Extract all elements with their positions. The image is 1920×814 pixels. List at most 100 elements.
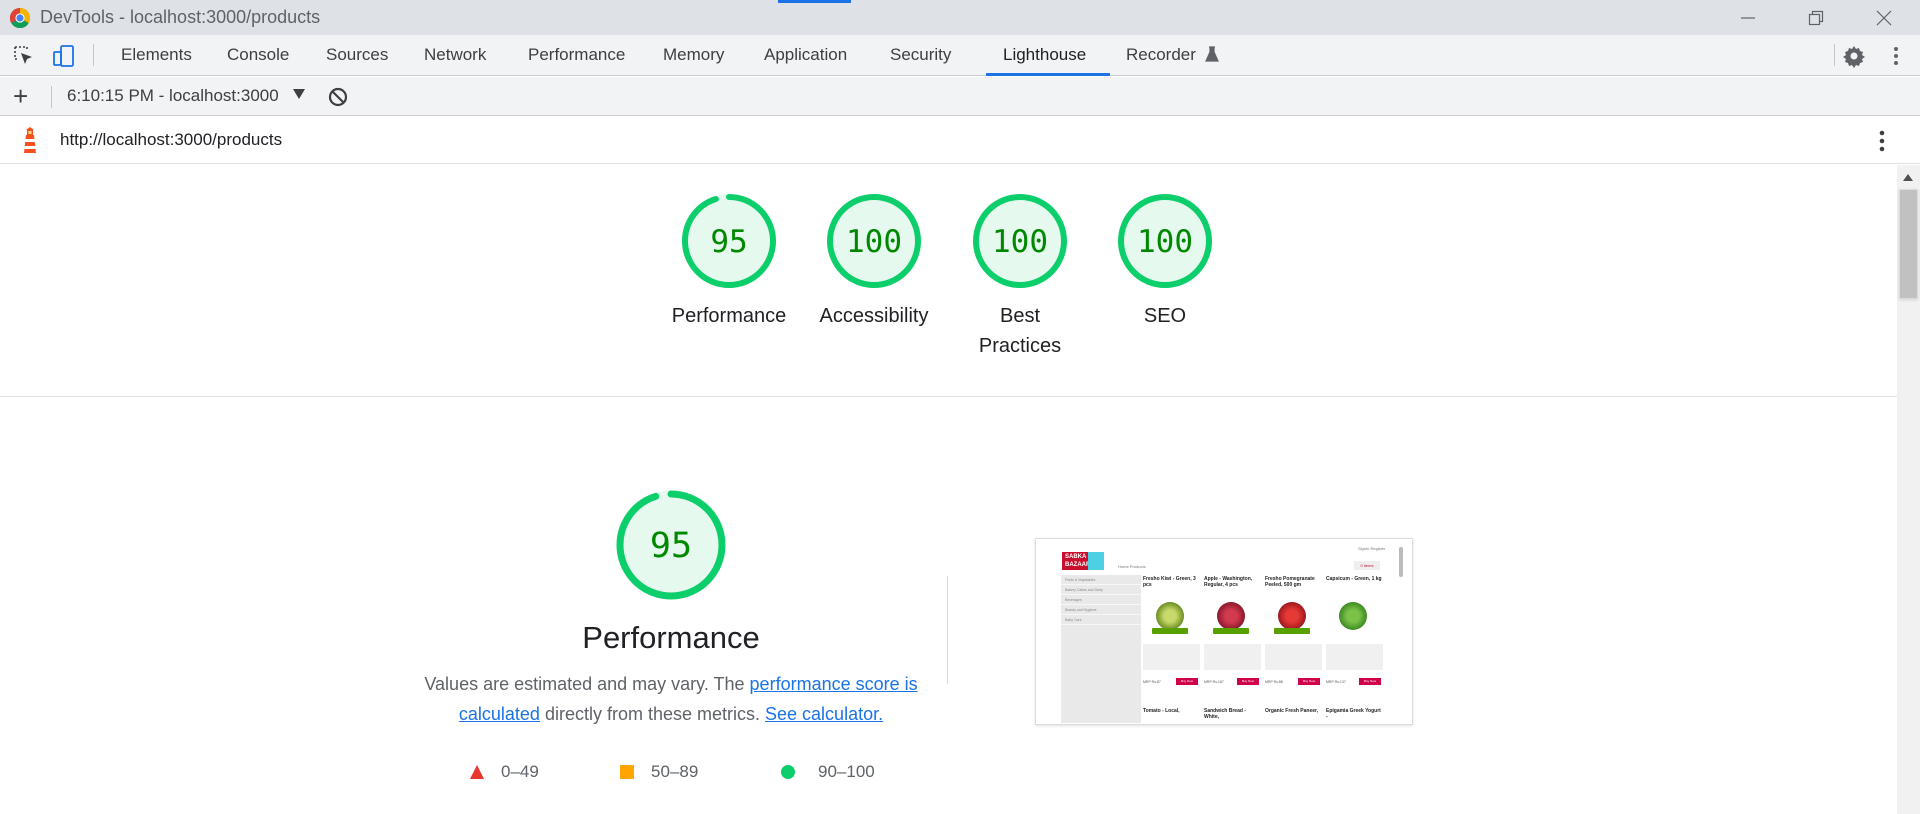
report-scrollbar[interactable] [1897,165,1920,814]
site-nav: Home Products [1118,564,1146,569]
category-label: Best Practices [955,301,1085,361]
category-label: Performance [671,305,787,327]
score-value: 100 [992,224,1048,260]
report-dropdown-caret-icon[interactable] [293,89,305,99]
settings-gear-icon[interactable] [1842,44,1866,68]
minimize-icon [1741,16,1755,19]
product-image [1146,596,1194,638]
tab-sources[interactable]: Sources [326,35,388,75]
performance-title: Performance [582,620,760,655]
tab-network[interactable]: Network [424,35,486,75]
site-sidebar-item: Bakery Cakes and Dairy [1061,585,1141,595]
new-report-plus-icon[interactable]: + [13,83,28,109]
scroll-up-arrow-icon[interactable] [1903,174,1913,181]
minimize-button[interactable] [1720,0,1776,35]
score-ring: 95 [682,194,776,288]
tab-security[interactable]: Security [890,35,951,75]
product-badge [1213,628,1249,634]
toolbar-divider-right [1834,44,1835,66]
report-selector[interactable]: 6:10:15 PM - localhost:3000 [67,86,279,106]
apple-image [1217,602,1245,630]
thumbnail-scrollbar [1399,547,1403,577]
tab-performance[interactable]: Performance [528,35,625,75]
see-calculator-link[interactable]: See calculator. [765,704,883,724]
tab-lighthouse[interactable]: Lighthouse [1003,35,1086,75]
tab-console[interactable]: Console [227,35,289,75]
tab-elements[interactable]: Elements [121,35,192,75]
product-name-row2: Tomato - Local, [1143,708,1180,714]
legend-average: 50–89 [619,760,698,784]
product-badge [1152,628,1188,634]
score-value: 100 [1137,224,1193,260]
device-toolbar-icon[interactable] [52,44,76,68]
product-description [1204,644,1261,670]
clear-reports-icon[interactable] [327,86,349,108]
tab-application[interactable]: Application [764,35,847,75]
close-window-button[interactable] [1856,0,1912,35]
product-card: Fresho Pomegranate Peeled, 500 gm MRP Rs… [1265,576,1322,696]
category-label: SEO [1143,305,1187,327]
legend-average-range: 50–89 [651,762,699,781]
window-titlebar: DevTools - localhost:3000/products [0,0,1920,35]
toolbar-divider [93,44,94,66]
legend-fail: 0–49 [469,760,539,784]
report-menu-icon[interactable] [1874,127,1890,155]
product-name-row2: Epigamia Greek Yogurt - [1326,708,1381,720]
category-label-line1: Best [999,305,1041,327]
desc-prefix: Values are estimated and may vary. The [424,674,750,694]
product-name: Fresho Kiwi - Green, 3 pcs [1143,576,1196,588]
gauge-accessibility[interactable]: 100 Accessibility [809,192,939,331]
tab-recorder[interactable]: Recorder [1126,35,1219,75]
product-image [1329,596,1377,638]
average-square-icon [620,765,634,779]
product-card: Apple - Washington, Regular, 4 pcs MRP R… [1204,576,1261,696]
lighthouse-toolbar: + 6:10:15 PM - localhost:3000 [0,77,1920,116]
more-options-icon[interactable] [1884,44,1908,68]
pass-circle-icon [781,765,795,779]
close-icon [1876,10,1892,25]
score-value: 95 [710,224,747,260]
category-label: Accessibility [819,305,929,327]
restore-icon [1808,10,1824,25]
site-logo: SABKA BAZAAR [1062,552,1104,570]
tab-indicator [778,0,851,3]
performance-description: Values are estimated and may vary. The p… [420,669,922,729]
product-image [1207,596,1255,638]
buy-now-button: Buy Now [1237,678,1259,685]
restore-button[interactable] [1788,0,1844,35]
category-label-line2: Practices [978,335,1062,357]
desc-middle: directly from these metrics. [539,704,766,724]
product-description [1143,644,1200,670]
buy-now-button: Buy Now [1298,678,1320,685]
gauge-performance[interactable]: 95 Performance [664,192,794,331]
product-price: MRP Rs.88 [1265,680,1283,684]
gauge-seo[interactable]: 100 SEO [1100,192,1230,331]
buy-now-button: Buy Now [1359,678,1381,685]
score-value: 100 [846,224,902,260]
fail-triangle-icon [470,765,484,779]
legend-fail-range: 0–49 [501,762,539,781]
site-sidebar-item: Beauty and Hygiene [1061,605,1141,615]
legend-pass-range: 90–100 [818,762,875,781]
lighthouse-toolbar-divider [51,86,52,108]
score-ring: 100 [1118,194,1212,288]
product-image [1268,596,1316,638]
gauge-best-practices[interactable]: 100 Best Practices [955,192,1085,361]
lighthouse-logo-icon [24,127,36,153]
product-name: Fresho Pomegranate Peeled, 500 gm [1265,576,1315,588]
product-price: MRP Rs.137 [1326,680,1346,684]
product-description [1326,644,1383,670]
kiwi-image [1156,602,1184,630]
product-card: Capsicum - Green, 1 kg MRP Rs.137 Buy No… [1326,576,1383,696]
devtools-tabbar: Elements Console Sources Network Perform… [0,35,1920,76]
product-price: MRP Rs.187 [1204,680,1224,684]
buy-now-button: Buy Now [1176,678,1198,685]
score-ring: 100 [973,194,1067,288]
inspect-element-icon[interactable] [12,44,36,68]
scrollbar-thumb[interactable] [1899,189,1918,299]
tab-recorder-label: Recorder [1126,45,1196,64]
tab-memory[interactable]: Memory [663,35,724,75]
performance-score-value: 95 [650,526,692,566]
final-screenshot-thumbnail[interactable]: SABKA BAZAAR Home Products SignIn Regist… [1035,538,1413,725]
product-description [1265,644,1322,670]
